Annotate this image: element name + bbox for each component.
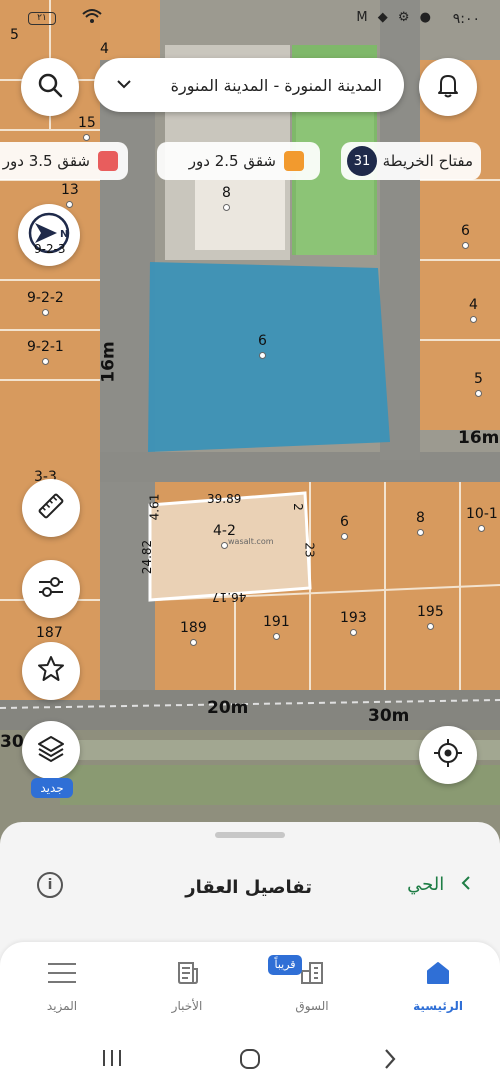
map-key-button[interactable]: 31 مفتاح الخريطة	[341, 142, 481, 180]
sliders-icon	[36, 572, 66, 606]
parcel-label: 187	[36, 625, 63, 641]
parcel-label: 9-2-1	[27, 340, 64, 365]
road-label: 16m	[458, 428, 500, 448]
filter-button[interactable]	[22, 560, 80, 618]
legend-item[interactable]: شقق 2.5 دور	[157, 142, 320, 180]
ruler-icon	[36, 491, 66, 525]
search-icon	[36, 71, 64, 103]
measure-button[interactable]	[22, 479, 80, 537]
parcel-label: 8	[222, 186, 231, 211]
parcel-dimension: 39.89	[207, 492, 242, 506]
city-selector[interactable]: المدينة المنورة - المدينة المنورة	[94, 58, 404, 112]
chevron-right-icon	[460, 874, 472, 895]
district-link[interactable]: الحي	[407, 874, 472, 895]
parcel-label: 6	[258, 334, 267, 359]
map-key-count: 31	[347, 146, 377, 176]
road-label: 16m	[98, 341, 119, 383]
legend-item[interactable]: شقق 3.5 دور	[0, 142, 128, 180]
parcel-dimension: 46.17	[212, 590, 247, 604]
notifications-button[interactable]	[419, 58, 477, 116]
city-selector-label: المدينة المنورة - المدينة المنورة	[170, 75, 382, 95]
tab-home[interactable]: الرئيسية	[393, 956, 483, 1026]
parcel-label: 5	[474, 372, 483, 397]
parcel-label: 6	[461, 224, 470, 249]
home-icon	[393, 956, 483, 990]
parcel-label: 15	[78, 116, 96, 141]
tab-news-label: الأخبار	[171, 999, 203, 1013]
parcel-dimension: 24.82	[140, 539, 155, 575]
parcel-label: 8	[416, 511, 425, 536]
news-icon	[142, 956, 232, 990]
chevron-down-icon	[116, 76, 132, 96]
parcel-dimension: 23	[302, 542, 317, 558]
parcel-label: 4	[469, 298, 478, 323]
menu-icon	[17, 956, 107, 990]
road-label: 20m	[207, 698, 249, 718]
road-label: 30m	[368, 706, 410, 726]
layers-icon	[36, 733, 66, 767]
back-nav-button[interactable]	[381, 1048, 397, 1074]
tab-more-label: المزيد	[46, 999, 78, 1013]
my-location-button[interactable]	[419, 726, 477, 784]
watermark: wasalt.com	[228, 537, 274, 546]
svg-text:N: N	[60, 229, 68, 240]
parcel-label: 6	[340, 515, 349, 540]
map-base-layer	[0, 0, 500, 850]
tab-home-label: الرئيسية	[413, 999, 463, 1013]
parcel-label: 4	[100, 41, 109, 57]
legend-label: شقق 2.5 دور	[188, 152, 276, 170]
legend-swatch	[284, 151, 304, 171]
compass-button[interactable]: N	[18, 204, 80, 266]
new-badge: جديد	[31, 778, 73, 798]
crosshair-icon	[433, 738, 463, 772]
wifi-icon	[82, 8, 102, 28]
bottom-tab-bar: الرئيسية السوق الأخبار المزيد	[0, 942, 500, 1034]
status-bar: ٩:٠٠ M ◆ ⚙ ● ٢١	[0, 0, 500, 36]
legend-swatch	[98, 151, 118, 171]
district-label: الحي	[407, 874, 445, 895]
battery-icon: ٢١	[28, 12, 56, 25]
parcel-label: 189	[180, 621, 207, 646]
info-icon[interactable]: i	[37, 872, 63, 898]
parcel-label: 195	[417, 605, 444, 630]
tab-news[interactable]: الأخبار	[142, 956, 232, 1026]
favorites-button[interactable]	[22, 642, 80, 700]
system-navigation-bar	[0, 1034, 500, 1083]
map-canvas[interactable]: 5 4 15 13 8 6 9-2-2 9-2-1 6 4 5 3-3 187 …	[0, 0, 500, 850]
bell-icon	[434, 71, 462, 103]
map-key-label: مفتاح الخريطة	[382, 152, 473, 170]
parcel-label: 191	[263, 615, 290, 640]
parcel-label: 9-2-2	[27, 291, 64, 316]
status-icons: M ◆ ⚙ ●	[356, 10, 434, 25]
recent-apps-button[interactable]	[101, 1048, 123, 1072]
coming-soon-badge: قريباً	[268, 955, 302, 975]
sheet-title: تفاصيل العقار	[185, 877, 312, 898]
status-time: ٩:٠٠	[452, 11, 480, 27]
tab-more[interactable]: المزيد	[17, 956, 107, 1026]
home-nav-button[interactable]	[239, 1048, 261, 1074]
legend-label: شقق 3.5 دور	[2, 152, 90, 170]
parcel-label: 193	[340, 611, 367, 636]
tab-market-label: السوق	[295, 999, 329, 1013]
sheet-drag-handle[interactable]	[215, 832, 285, 838]
search-button[interactable]	[21, 58, 79, 116]
parcel-label: 9-2-3	[34, 242, 66, 256]
parcel-dimension: 4.61	[147, 493, 162, 521]
parcel-dimension: 2	[290, 503, 305, 511]
parcel-label: 13	[61, 183, 79, 208]
parcel-label: 10-1	[466, 507, 498, 532]
star-icon	[36, 654, 66, 688]
layers-button[interactable]	[22, 721, 80, 779]
